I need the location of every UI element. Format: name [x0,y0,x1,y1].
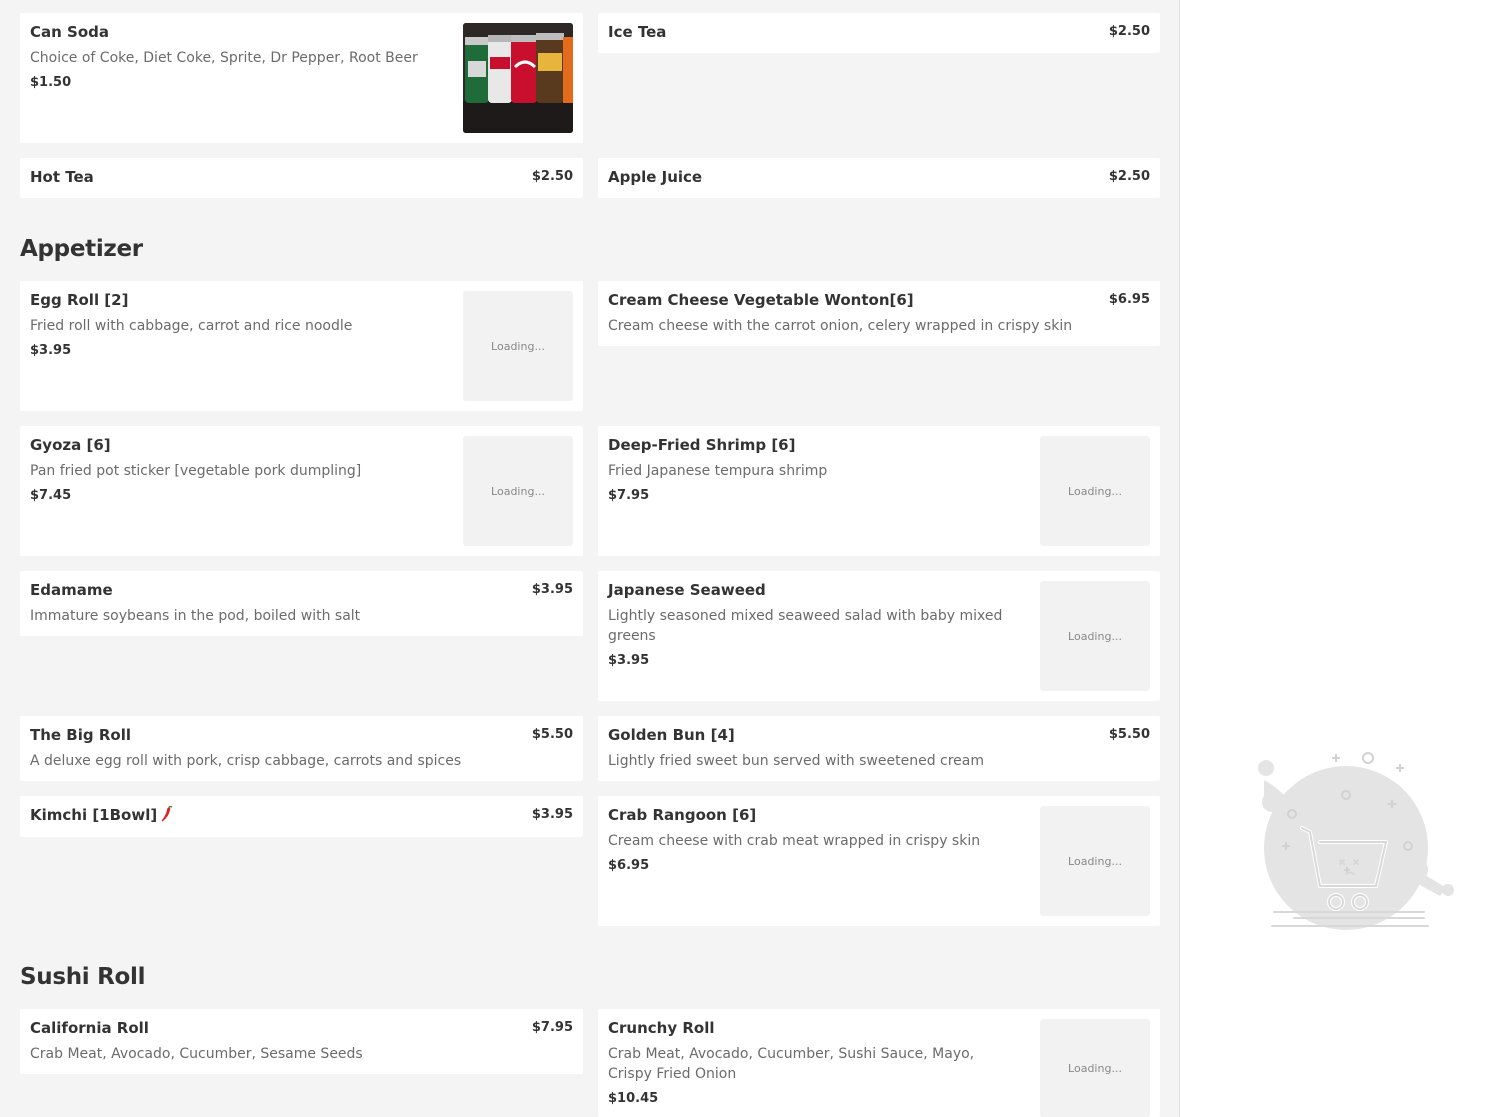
empty-cart-illustration [1258,752,1454,930]
item-price: $7.95 [531,1020,573,1035]
menu-item-card[interactable]: Kimchi [1Bowl] $3.95 [20,796,583,837]
item-description: Choice of Coke, Diet Coke, Sprite, Dr Pe… [30,50,418,66]
item-name: Egg Roll [2] [30,291,129,309]
item-price: $6.95 [608,858,650,873]
item-name: Crab Rangoon [6] [608,806,757,824]
menu-item-card[interactable]: Apple Juice $2.50 [598,158,1160,198]
cart-panel [1179,0,1490,1117]
menu-area: Can Soda Choice of Coke, Diet Coke, Spri… [0,0,1180,1117]
item-name: Crunchy Roll [608,1019,715,1037]
item-description: Lightly fried sweet bun served with swee… [608,753,985,769]
item-name: Kimchi [1Bowl] [30,806,158,824]
item-name: Cream Cheese Vegetable Wonton[6] [608,291,914,309]
item-price: $3.95 [608,653,650,668]
item-price: $7.95 [608,488,650,503]
soda-cans-photo [463,23,573,133]
item-description: Fried roll with cabbage, carrot and rice… [30,318,353,334]
item-description: Cream cheese with crab meat wrapped in c… [608,833,981,849]
section-title-appetizer: Appetizer [20,236,143,262]
menu-item-card[interactable]: Hot Tea $2.50 [20,158,583,198]
item-price: $2.50 [1108,24,1150,39]
item-image-placeholder: Loading... [1040,436,1150,546]
menu-item-card[interactable]: Ice Tea $2.50 [598,13,1160,53]
menu-item-card[interactable]: Golden Bun [4] Lightly fried sweet bun s… [598,716,1160,781]
item-description: Crab Meat, Avocado, Cucumber, Sesame See… [30,1046,363,1062]
item-name: Japanese Seaweed [608,581,766,599]
loading-text: Loading... [1068,1061,1122,1075]
item-description: A deluxe egg roll with pork, crisp cabba… [30,753,462,769]
item-name: California Roll [30,1019,149,1037]
menu-item-card[interactable]: Deep-Fried Shrimp [6] Fried Japanese tem… [598,426,1160,556]
item-description: Cream cheese with the carrot onion, cele… [608,318,1073,334]
loading-text: Loading... [491,339,545,353]
loading-text: Loading... [1068,484,1122,498]
menu-item-card[interactable]: Cream Cheese Vegetable Wonton[6] Cream c… [598,281,1160,346]
loading-text: Loading... [1068,629,1122,643]
item-price: $3.95 [531,807,573,822]
item-price: $3.95 [30,343,72,358]
section-title-sushi-roll: Sushi Roll [20,964,146,990]
item-description: Lightly seasoned mixed seaweed salad wit… [608,608,1003,644]
soda-cans-image [463,23,573,133]
item-price: $5.50 [1108,727,1150,742]
menu-item-card[interactable]: Can Soda Choice of Coke, Diet Coke, Spri… [20,13,583,143]
menu-item-card[interactable]: Crunchy Roll Crab Meat, Avocado, Cucumbe… [598,1009,1160,1117]
menu-item-card[interactable]: Japanese Seaweed Lightly seasoned mixed … [598,571,1160,701]
loading-text: Loading... [1068,854,1122,868]
item-image-placeholder: Loading... [1040,581,1150,691]
item-description: Immature soybeans in the pod, boiled wit… [30,608,361,624]
item-price: $10.45 [608,1091,659,1106]
item-description: Fried Japanese tempura shrimp [608,463,828,479]
item-price: $1.50 [30,75,72,90]
item-price: $7.45 [30,488,72,503]
menu-item-card[interactable]: Crab Rangoon [6] Cream cheese with crab … [598,796,1160,926]
item-name: Golden Bun [4] [608,726,735,744]
item-name: Can Soda [30,23,109,41]
item-price: $2.50 [1108,169,1150,184]
item-name: Edamame [30,581,113,599]
item-name: Hot Tea [30,168,94,186]
item-name: Ice Tea [608,23,667,41]
item-description: Pan fried pot sticker [vegetable pork du… [30,463,362,479]
chili-pepper-icon [161,805,173,826]
item-image-placeholder: Loading... [1040,806,1150,916]
item-image-placeholder: Loading... [1040,1019,1150,1117]
item-price: $5.50 [531,727,573,742]
item-price: $2.50 [531,169,573,184]
item-name: Deep-Fried Shrimp [6] [608,436,796,454]
item-name: The Big Roll [30,726,131,744]
menu-item-card[interactable]: The Big Roll A deluxe egg roll with pork… [20,716,583,781]
item-name: Gyoza [6] [30,436,111,454]
menu-item-card[interactable]: Egg Roll [2] Fried roll with cabbage, ca… [20,281,583,411]
item-price: $6.95 [1108,292,1150,307]
item-description: Crab Meat, Avocado, Cucumber, Sushi Sauc… [608,1046,975,1082]
loading-text: Loading... [491,484,545,498]
item-price: $3.95 [531,582,573,597]
item-image-placeholder: Loading... [463,436,573,546]
item-name-row: Kimchi [1Bowl] [30,805,173,826]
menu-item-card[interactable]: Edamame Immature soybeans in the pod, bo… [20,571,583,636]
menu-item-card[interactable]: Gyoza [6] Pan fried pot sticker [vegetab… [20,426,583,556]
item-name: Apple Juice [608,168,703,186]
menu-item-card[interactable]: California Roll Crab Meat, Avocado, Cucu… [20,1009,583,1074]
item-image-placeholder: Loading... [463,291,573,401]
